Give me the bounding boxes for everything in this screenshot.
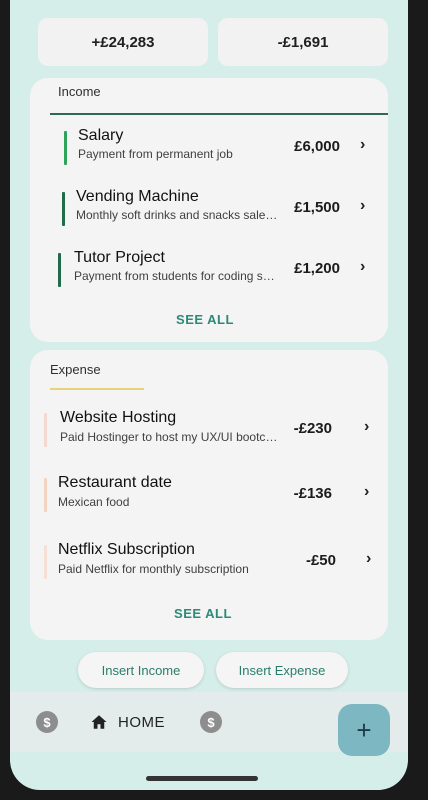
row-title: Netflix Subscription <box>58 541 195 558</box>
row-accent-bar <box>58 253 61 287</box>
add-button[interactable]: + <box>338 704 390 756</box>
income-row-tutor[interactable]: Tutor Project Payment from students for … <box>30 244 388 296</box>
bottom-navigation: $ HOME $ + <box>10 692 408 756</box>
row-subtitle: Monthly soft drinks and snacks sales i..… <box>76 208 280 222</box>
income-title: Income <box>58 84 101 99</box>
row-title: Website Hosting <box>60 409 177 426</box>
home-icon <box>91 715 107 729</box>
chevron-right-icon[interactable]: › <box>360 258 365 276</box>
income-divider <box>50 113 388 115</box>
home-nav-item[interactable]: HOME <box>90 710 165 734</box>
row-title: Tutor Project <box>74 249 165 266</box>
expense-row-restaurant[interactable]: Restaurant date Mexican food -£136 › <box>30 469 388 521</box>
row-accent-bar <box>44 545 47 579</box>
row-subtitle: Payment from permanent job <box>78 147 233 161</box>
expense-title: Expense <box>50 362 101 377</box>
insert-expense-button[interactable]: Insert Expense <box>216 652 348 688</box>
row-amount: £6,000 <box>294 138 340 155</box>
row-amount: -£230 <box>293 420 332 437</box>
row-accent-bar <box>44 413 47 447</box>
chevron-right-icon[interactable]: › <box>364 418 369 436</box>
row-accent-bar <box>62 192 65 226</box>
expense-row-hosting[interactable]: Website Hosting Paid Hostinger to host m… <box>30 404 388 456</box>
app-screen: +£24,283 -£1,691 Income Salary Payment f… <box>10 0 408 790</box>
insert-income-button[interactable]: Insert Income <box>78 652 204 688</box>
income-card: Income Salary Payment from permanent job… <box>30 78 388 342</box>
row-amount: £1,200 <box>294 260 340 277</box>
income-row-salary[interactable]: Salary Payment from permanent job £6,000… <box>30 122 388 174</box>
row-amount: -£136 <box>293 485 332 502</box>
home-label: HOME <box>118 713 165 731</box>
row-subtitle: Paid Netflix for monthly subscription <box>58 562 249 576</box>
dollar-coin-icon[interactable]: $ <box>36 711 58 733</box>
income-row-vending[interactable]: Vending Machine Monthly soft drinks and … <box>30 183 388 235</box>
row-accent-bar <box>44 478 47 512</box>
summary-row: +£24,283 -£1,691 <box>38 18 388 66</box>
chevron-right-icon[interactable]: › <box>360 136 365 154</box>
row-title: Salary <box>78 127 124 144</box>
chevron-right-icon[interactable]: › <box>360 197 365 215</box>
expense-see-all-link[interactable]: SEE ALL <box>18 606 388 621</box>
home-indicator <box>146 776 258 781</box>
chevron-right-icon[interactable]: › <box>364 483 369 501</box>
row-title: Vending Machine <box>76 188 199 205</box>
row-accent-bar <box>64 131 67 165</box>
row-subtitle: Mexican food <box>58 495 130 509</box>
expense-card: Expense Website Hosting Paid Hostinger t… <box>30 350 388 640</box>
row-subtitle: Paid Hostinger to host my UX/UI bootca..… <box>60 430 278 444</box>
expense-total: -£1,691 <box>218 18 388 66</box>
row-amount: £1,500 <box>294 199 340 216</box>
expense-row-netflix[interactable]: Netflix Subscription Paid Netflix for mo… <box>30 536 388 588</box>
chevron-right-icon[interactable]: › <box>366 550 371 568</box>
income-total: +£24,283 <box>38 18 208 66</box>
row-amount: -£50 <box>305 552 336 569</box>
expense-divider <box>50 388 144 390</box>
dollar-coin-icon[interactable]: $ <box>200 711 222 733</box>
row-title: Restaurant date <box>58 474 172 491</box>
income-see-all-link[interactable]: SEE ALL <box>22 312 388 327</box>
row-subtitle: Payment from students for coding ses... <box>74 269 280 283</box>
